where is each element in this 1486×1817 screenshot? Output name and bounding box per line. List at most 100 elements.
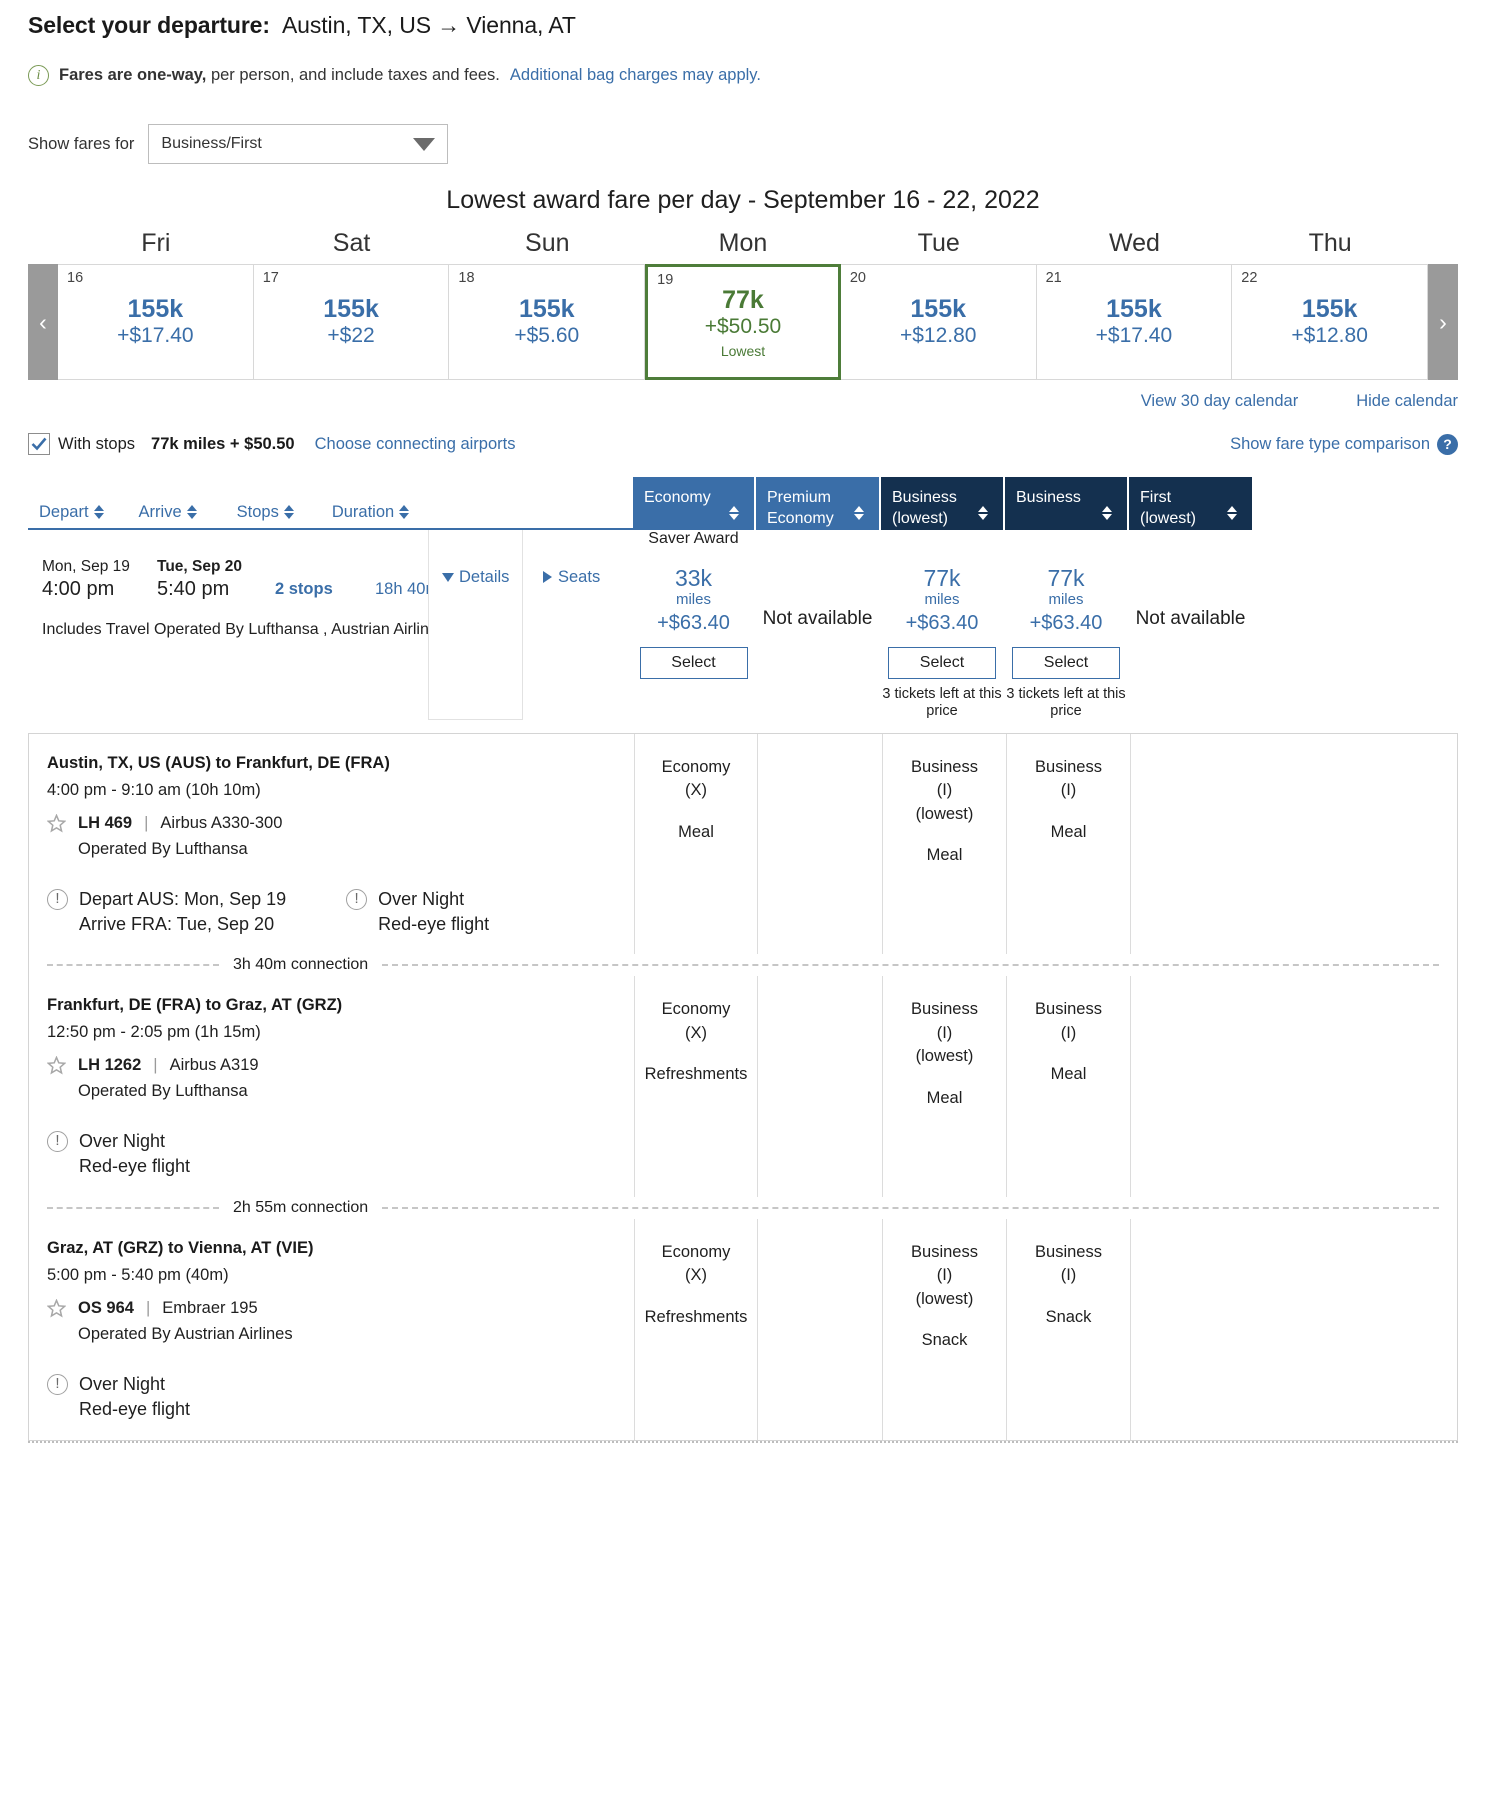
calendar-day-cell[interactable]: 17 155k +$22 [253,264,450,380]
select-button-business[interactable]: Select [1012,646,1120,679]
sort-arrows-icon[interactable] [978,505,988,520]
fare-cash: +$63.40 [905,611,979,634]
depart-date: Mon, Sep 19 [42,557,130,575]
fare-class-selected-value: Business/First [161,135,262,152]
cabin-lowest: (lowest) [915,804,974,823]
fare-column-business[interactable]: Business [1005,477,1127,530]
calendar-next-button[interactable]: › [1427,264,1458,380]
note-line-2: Arrive FRA: Tue, Sep 20 [79,913,275,934]
calendar-day-cash: +$17.40 [1095,324,1173,348]
with-stops-label: With stops [58,434,136,453]
cabin-service: Meal [926,1088,963,1107]
info-icon: i [28,65,49,86]
calendar-prev-button[interactable]: ‹ [28,264,58,380]
results-table: Depart Arrive Stops Duration Economy Pre… [28,477,1458,1443]
sort-arrive[interactable]: Arrive [139,503,197,522]
flight-stops-link[interactable]: 2 stops [275,580,375,599]
select-button-economy[interactable]: Select [639,646,748,679]
fare-not-available: Not available [762,607,873,629]
with-stops-price: 77k miles + $50.50 [151,434,295,453]
sort-stops[interactable]: Stops [237,503,294,522]
segment-cabin-business: Business (I) Meal [1006,733,1130,955]
alert-icon: ! [47,1373,68,1395]
sort-stops-label: Stops [236,502,279,521]
segment-note: ! Depart AUS: Mon, Sep 19 Arrive FRA: Tu… [47,887,286,937]
depart-time: 4:00 pm [42,577,115,600]
segment-note: ! Over Night Red-eye flight [47,1372,190,1422]
show-fare-type-comparison-link[interactable]: Show fare type comparison [1230,435,1430,454]
cabin-service: Meal [678,822,714,841]
fare-miles-word: miles [1048,590,1084,608]
segment-cabin-first [1130,976,1255,1197]
additional-bag-charges-link[interactable]: Additional bag charges may apply. [510,66,761,85]
segment-info: Austin, TX, US (AUS) to Frankfurt, DE (F… [29,734,634,955]
calendar-day-cell[interactable]: 18 155k +$5.60 [449,264,646,380]
view-30-day-calendar-link[interactable]: View 30 day calendar [1141,392,1298,411]
sort-duration[interactable]: Duration [332,503,410,522]
flight-departure: Mon, Sep 19 4:00 pm [42,558,157,601]
arrive-time: 5:40 pm [157,577,230,600]
cabin-service: Snack [921,1331,968,1350]
flight-details-panel: Austin, TX, US (AUS) to Frankfurt, DE (F… [28,732,1458,1441]
calendar-day-cell[interactable]: 20 155k +$12.80 [840,264,1037,380]
segment-cabin-economy: Economy (X) Refreshments [634,976,757,1197]
calendar-day-cash: +$12.80 [899,324,977,348]
choose-connecting-airports-link[interactable]: Choose connecting airports [315,435,516,454]
cabin-code: (I) [936,781,953,800]
select-button-business-lowest[interactable]: Select [888,646,996,679]
sort-arrows-icon[interactable] [1227,505,1237,520]
calendar-links: View 30 day calendar Hide calendar [28,392,1458,411]
fare-note: i Fares are one-way, per person, and inc… [28,65,1458,86]
calendar-day-cell-selected[interactable]: 19 77k +$50.50 Lowest [645,264,841,380]
segment-cabin-business-lowest: Business (I) (lowest) Snack [882,1218,1006,1440]
note-line-1: Depart AUS: Mon, Sep 19 [79,888,287,909]
seats-button[interactable]: Seats [543,568,600,587]
with-stops-checkbox[interactable] [28,433,50,455]
fare-class-select[interactable]: Business/First [148,124,449,164]
calendar-day-miles: 155k [518,294,575,323]
sort-arrows-icon [283,505,294,520]
cabin-code: (X) [685,1023,707,1042]
help-icon[interactable]: ? [1437,433,1458,455]
segment-flight-line: LH 1262 | Airbus A319 [47,1056,634,1075]
fare-note-bold: Fares are one-way, [59,66,207,84]
fare-column-first-lowest[interactable]: First (lowest) [1129,477,1252,530]
sort-arrows-icon[interactable] [1102,505,1112,520]
sort-arrows-icon[interactable] [854,505,864,520]
fare-type-comparison[interactable]: Show fare type comparison ? [1230,433,1458,455]
sort-arrows-icon [186,505,197,520]
flight-arrival: Tue, Sep 20 5:40 pm [157,558,275,601]
fare-miles-word: miles [675,590,711,608]
departure-selection-page: Select your departure: Austin, TX, US → V… [0,0,1486,1443]
segment-title: Austin, TX, US (AUS) to Frankfurt, DE (F… [47,753,390,772]
calendar-day-cell[interactable]: 22 155k +$12.80 [1232,264,1428,380]
segment-operated-by: Operated By Austrian Airlines [78,1324,293,1343]
sort-arrows-icon[interactable] [729,505,739,520]
sort-depart[interactable]: Depart [39,503,104,522]
sort-depart-label: Depart [39,502,89,521]
calendar-day-number: 18 [458,270,475,286]
calendar-day-miles: 77k [722,285,764,314]
calendar-strip: ‹ 16 155k +$17.40 17 155k +$22 18 155k +… [28,264,1458,380]
fare-column-economy[interactable]: Economy [633,477,754,530]
arrive-date: Tue, Sep 20 [157,557,242,575]
details-toggle-button[interactable]: Details [442,568,509,587]
fare-column-premium-economy[interactable]: Premium Economy [756,477,879,530]
hide-calendar-link[interactable]: Hide calendar [1356,392,1458,411]
connection-text: 2h 55m connection [233,1198,369,1216]
calendar-day-cell[interactable]: 21 155k +$17.40 [1036,264,1233,380]
calendar-day-number: 19 [657,272,674,288]
calendar-day-cell[interactable]: 16 155k +$17.40 [58,264,254,380]
results-column-headers: Depart Arrive Stops Duration Economy Pre… [28,477,1458,530]
show-fares-label: Show fares for [28,134,135,153]
segment-cabin-business-lowest: Business (I) (lowest) Meal [882,976,1006,1197]
day-name: Sat [332,229,371,257]
note-line-1: Over Night [79,1373,166,1394]
page-title-label: Select your departure: [28,12,270,38]
segment-operated-by: Operated By Lufthansa [78,839,248,858]
fare-column-business-lowest[interactable]: Business (lowest) [881,477,1003,530]
sort-arrive-label: Arrive [138,502,182,521]
note-line-2: Red-eye flight [378,913,490,934]
fare-miles: 77k [1047,564,1085,591]
fare-miles: 77k [923,564,961,591]
